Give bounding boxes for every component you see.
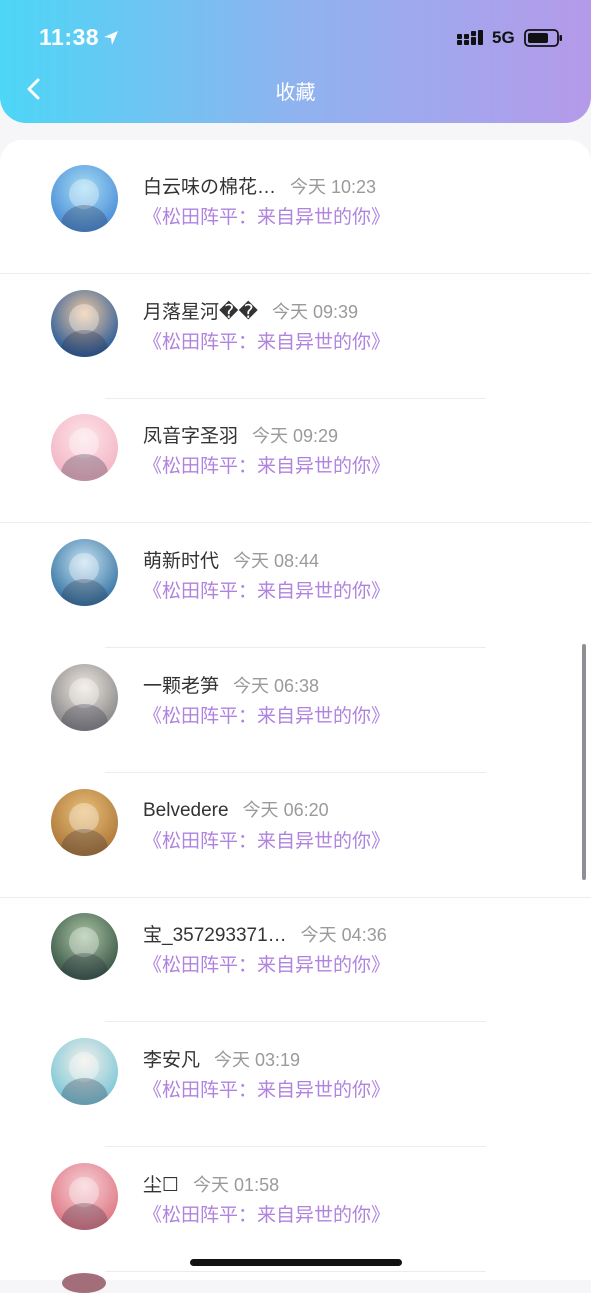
- user-avatar[interactable]: [51, 663, 118, 731]
- item-header: 白云味の棉花… 今天 10:23: [143, 172, 376, 199]
- list-item[interactable]: 凤音字圣羽 今天 09:29 《松田阵平：来自异世的你》: [0, 399, 591, 524]
- favorite-time: 今天 09:29: [252, 426, 339, 447]
- app-header: 11:38 5G 收藏: [0, 0, 591, 123]
- book-title-link[interactable]: 《松田阵平：来自异世的你》: [143, 327, 390, 354]
- favorite-time: 今天 03:19: [214, 1049, 301, 1070]
- partial-avatar: [62, 1273, 106, 1293]
- list-item[interactable]: 尘☐ 今天 01:58 《松田阵平：来自异世的你》: [0, 1148, 591, 1272]
- cellular-signal-icon: [457, 30, 483, 45]
- avatar-figure: [61, 953, 108, 981]
- user-avatar[interactable]: [51, 1162, 118, 1230]
- user-avatar[interactable]: [51, 165, 118, 232]
- list-item[interactable]: 宝_357293371… 今天 04:36 《松田阵平：来自异世的你》: [0, 898, 591, 1023]
- home-indicator: [190, 1259, 402, 1266]
- item-header: 尘☐ 今天 01:58: [143, 1170, 279, 1197]
- row-divider: [105, 1270, 486, 1272]
- user-name[interactable]: Belvedere: [143, 800, 229, 821]
- favorite-time: 今天 06:20: [242, 799, 329, 820]
- user-name[interactable]: 凤音字圣羽: [143, 426, 238, 447]
- user-avatar[interactable]: [51, 539, 118, 607]
- list-item[interactable]: 萌新时代 今天 08:44 《松田阵平：来自异世的你》: [0, 524, 591, 649]
- list-item[interactable]: 一颗老笋 今天 06:38 《松田阵平：来自异世的你》: [0, 649, 591, 773]
- user-name[interactable]: 月落星河��: [143, 302, 258, 323]
- list-item[interactable]: 白云味の棉花… 今天 10:23 《松田阵平：来自异世的你》: [0, 150, 591, 274]
- user-avatar[interactable]: [51, 788, 118, 856]
- user-name[interactable]: 尘☐: [143, 1175, 179, 1196]
- user-avatar[interactable]: [51, 289, 118, 357]
- page-title: 收藏: [275, 82, 316, 104]
- book-title-link[interactable]: 《松田阵平：来自异世的你》: [143, 202, 390, 229]
- favorite-time: 今天 09:39: [271, 301, 359, 322]
- favorite-time: 今天 08:44: [233, 551, 320, 572]
- book-title-link[interactable]: 《松田阵平：来自异世的你》: [143, 950, 390, 977]
- favorite-time: 今天 04:36: [300, 925, 387, 946]
- book-title-link[interactable]: 《松田阵平：来自异世的你》: [143, 451, 390, 478]
- avatar-figure: [61, 329, 108, 357]
- book-title-link[interactable]: 《松田阵平：来自异世的你》: [143, 1075, 390, 1102]
- item-header: 一颗老笋 今天 06:38: [143, 671, 319, 698]
- status-time: 11:38: [39, 24, 100, 50]
- user-name[interactable]: 萌新时代: [143, 551, 219, 572]
- avatar-figure: [61, 205, 108, 232]
- user-avatar[interactable]: [51, 414, 118, 482]
- avatar-figure: [61, 454, 108, 482]
- user-name[interactable]: 宝_357293371…: [143, 925, 287, 946]
- item-header: 凤音字圣羽 今天 09:29: [143, 421, 338, 448]
- favorites-list: 白云味の棉花… 今天 10:23 《松田阵平：来自异世的你》 月落星河�� 今天 09:…: [0, 140, 591, 1280]
- location-arrow-icon: [104, 31, 118, 45]
- scrollbar[interactable]: [582, 644, 586, 880]
- book-title-link[interactable]: 《松田阵平：来自异世的你》: [143, 701, 390, 728]
- user-avatar[interactable]: [51, 1037, 118, 1105]
- network-label: 5G: [492, 28, 515, 47]
- user-avatar[interactable]: [51, 913, 118, 981]
- user-name[interactable]: 白云味の棉花…: [143, 177, 276, 198]
- list-item[interactable]: Belvedere 今天 06:20 《松田阵平：来自异世的你》: [0, 774, 591, 898]
- favorite-time: 今天 06:38: [233, 675, 320, 696]
- battery-icon: [524, 29, 562, 47]
- user-name[interactable]: 一颗老笋: [143, 676, 219, 697]
- item-header: 宝_357293371… 今天 04:36: [143, 920, 387, 947]
- item-header: 月落星河�� 今天 09:39: [143, 297, 358, 324]
- avatar-figure: [61, 703, 108, 731]
- list-item[interactable]: 月落星河�� 今天 09:39 《松田阵平：来自异世的你》: [0, 275, 591, 399]
- item-header: Belvedere 今天 06:20: [143, 796, 329, 822]
- avatar-figure: [61, 1077, 108, 1105]
- book-title-link[interactable]: 《松田阵平：来自异世的你》: [143, 1200, 390, 1227]
- user-name[interactable]: 李安凡: [143, 1050, 200, 1071]
- item-header: 萌新时代 今天 08:44: [143, 546, 319, 573]
- avatar-figure: [61, 1202, 108, 1230]
- favorite-time: 今天 01:58: [193, 1174, 280, 1195]
- item-header: 李安凡 今天 03:19: [143, 1045, 300, 1072]
- avatar-figure: [61, 579, 108, 607]
- favorite-time: 今天 10:23: [290, 177, 377, 197]
- avatar-figure: [61, 828, 108, 856]
- book-title-link[interactable]: 《松田阵平：来自异世的你》: [143, 576, 390, 603]
- list-item[interactable]: 李安凡 今天 03:19 《松田阵平：来自异世的你》: [0, 1023, 591, 1147]
- book-title-link[interactable]: 《松田阵平：来自异世的你》: [143, 826, 390, 853]
